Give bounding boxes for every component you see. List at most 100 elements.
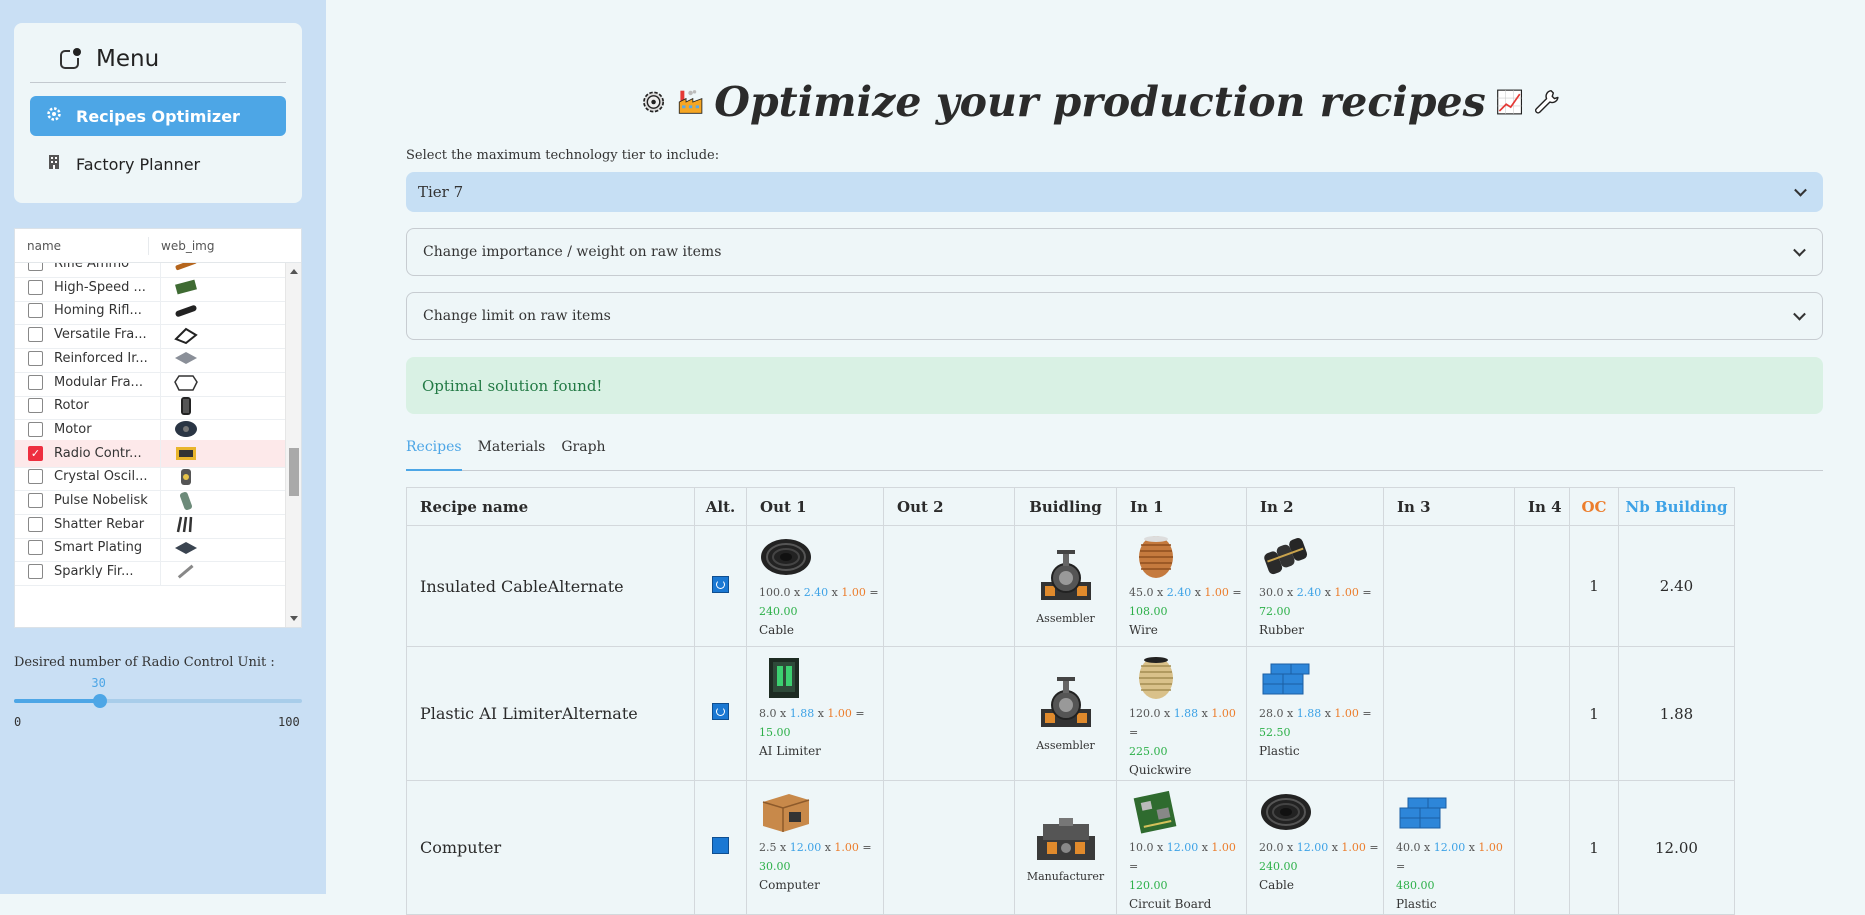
item-rate: 12.00 bbox=[1296, 841, 1329, 854]
row-checkbox[interactable] bbox=[28, 493, 43, 508]
table-row: Insulated CableAlternate 100.0 x 2.40 x 1… bbox=[406, 525, 1735, 647]
in4-cell bbox=[1514, 525, 1570, 647]
row-checkbox[interactable] bbox=[28, 327, 43, 343]
out1-cell: 2.5 x 12.00 x 1.00 = 30.00 Computer bbox=[746, 780, 884, 915]
in2-cell: 28.0 x 1.88 x 1.00 = 52.50 Plastic bbox=[1246, 646, 1384, 781]
nav-factory-planner[interactable]: Factory Planner bbox=[30, 144, 286, 184]
header-in3: In 3 bbox=[1383, 487, 1515, 526]
standard-recipe-icon[interactable] bbox=[712, 837, 729, 854]
in2-cell: 30.0 x 2.40 x 1.00 = 72.00 Rubber bbox=[1246, 525, 1384, 647]
scroll-thumb[interactable] bbox=[289, 448, 299, 496]
recipes-table: Recipe name Alt. Out 1 Out 2 Buidling In… bbox=[406, 487, 1735, 915]
nb-building-cell: 1.88 bbox=[1618, 646, 1735, 781]
header-building: Buidling bbox=[1014, 487, 1117, 526]
item-name: Rubber bbox=[1259, 623, 1304, 637]
item-cell-content: 100.0 x 2.40 x 1.00 = 240.00 Cable bbox=[747, 526, 883, 640]
item-thumbnail-icon bbox=[177, 564, 194, 579]
item-overclock: 1.00 bbox=[1204, 586, 1229, 599]
row-checkbox[interactable] bbox=[28, 374, 43, 390]
item-quantity: 28.0 x bbox=[1259, 707, 1297, 720]
item-rate: 12.00 bbox=[1166, 841, 1199, 854]
row-checkbox[interactable] bbox=[28, 540, 43, 556]
item-cell-content: 30.0 x 2.40 x 1.00 = 72.00 Rubber bbox=[1247, 526, 1383, 640]
item-rate: 1.88 bbox=[1296, 707, 1322, 720]
quantity-slider-track[interactable] bbox=[14, 699, 302, 703]
dataframe-scrollbar[interactable] bbox=[285, 263, 301, 627]
in1-cell: 45.0 x 2.40 x 1.00 = 108.00 Wire bbox=[1116, 525, 1247, 647]
quickwire-icon bbox=[1129, 656, 1183, 700]
limit-expander[interactable]: Change limit on raw items bbox=[406, 292, 1823, 340]
multiply-sign: x bbox=[828, 586, 842, 599]
chart-increasing-icon bbox=[1496, 89, 1522, 115]
item-thumbnail-icon bbox=[180, 491, 192, 510]
recipe-name: Plastic AI LimiterAlternate bbox=[420, 704, 638, 723]
row-checkbox[interactable] bbox=[28, 279, 43, 295]
item-thumbnail-icon bbox=[175, 305, 197, 317]
weight-expander[interactable]: Change importance / weight on raw items bbox=[406, 228, 1823, 276]
row-checkbox[interactable]: ✓ bbox=[28, 445, 43, 461]
cable-icon bbox=[759, 535, 813, 579]
row-checkbox[interactable] bbox=[28, 469, 43, 485]
row-checkbox[interactable] bbox=[28, 421, 43, 437]
item-overclock: 1.00 bbox=[1478, 841, 1503, 854]
item-cell-content: 2.5 x 12.00 x 1.00 = 30.00 Computer bbox=[747, 781, 883, 895]
nb-building-value: 12.00 bbox=[1655, 838, 1698, 857]
page-title: Optimize your production recipes bbox=[640, 72, 1560, 132]
item-name: Plastic bbox=[1396, 897, 1437, 911]
equals-sign: = bbox=[1396, 860, 1406, 873]
scroll-down-arrow-icon[interactable] bbox=[290, 616, 298, 621]
tab-recipes[interactable]: Recipes bbox=[406, 436, 462, 471]
scroll-up-arrow-icon[interactable] bbox=[290, 269, 298, 274]
items-dataframe[interactable]: name web_img Rifle Ammo High-Speed ... Hom… bbox=[14, 228, 302, 628]
oc-value: 1 bbox=[1589, 838, 1599, 857]
row-checkbox[interactable] bbox=[28, 516, 43, 532]
recipe-name: Insulated CableAlternate bbox=[420, 576, 624, 596]
item-thumbnail-icon bbox=[181, 468, 191, 485]
column-header-name[interactable]: name bbox=[15, 236, 149, 255]
slider-value: 30 bbox=[91, 676, 106, 690]
oc-value: 1 bbox=[1589, 577, 1599, 595]
item-overclock: 1.00 bbox=[1334, 707, 1359, 720]
row-checkbox[interactable] bbox=[28, 398, 43, 414]
building-cell: Assembler bbox=[1014, 525, 1117, 647]
table-row: Computer 2.5 x 12.00 x 1.00 = 30.00 Compute… bbox=[406, 780, 1735, 915]
multiply-sign: x bbox=[1321, 707, 1335, 720]
item-thumbnail-icon bbox=[175, 541, 197, 554]
building-name: Assembler bbox=[1036, 611, 1095, 625]
table-header-row: Recipe name Alt. Out 1 Out 2 Buidling In… bbox=[406, 487, 1735, 526]
menu-header: Menu bbox=[30, 35, 286, 83]
oc-cell: 1 bbox=[1569, 780, 1619, 915]
alternate-recipe-icon[interactable] bbox=[712, 575, 729, 593]
alternate-recipe-icon[interactable] bbox=[712, 703, 729, 720]
item-overclock: 1.00 bbox=[1211, 841, 1236, 854]
chevron-down-icon bbox=[1794, 183, 1807, 197]
nav-label: Factory Planner bbox=[76, 154, 201, 174]
nav-recipes-optimizer[interactable]: Recipes Optimizer bbox=[30, 96, 286, 136]
row-checkbox[interactable] bbox=[28, 350, 43, 366]
slider-thumb[interactable] bbox=[93, 694, 108, 708]
item-total: 30.00 bbox=[759, 860, 791, 873]
item-name: Reinforced Ir... bbox=[54, 350, 148, 366]
oc-cell: 1 bbox=[1569, 525, 1619, 647]
multiply-sign: x bbox=[1191, 586, 1205, 599]
item-thumbnail-icon bbox=[176, 516, 193, 533]
row-checkbox[interactable] bbox=[28, 303, 43, 319]
column-header-web-img[interactable]: web_img bbox=[149, 239, 214, 253]
item-thumbnail-icon bbox=[174, 327, 198, 344]
item-total: 108.00 bbox=[1129, 605, 1168, 618]
item-quantity: 20.0 x bbox=[1259, 841, 1297, 854]
circuit-board-icon bbox=[1129, 790, 1183, 834]
item-cell-content: 20.0 x 12.00 x 1.00 = 240.00 Cable bbox=[1247, 781, 1383, 895]
list-item[interactable]: Sparkly Fir... bbox=[15, 557, 285, 587]
tier-select[interactable]: Tier 7 bbox=[406, 172, 1823, 212]
item-name: Sparkly Fir... bbox=[54, 564, 134, 580]
row-checkbox[interactable] bbox=[28, 564, 43, 580]
item-total: 72.00 bbox=[1259, 605, 1291, 618]
item-quantity: 2.5 x bbox=[759, 841, 790, 854]
expander-label: Change limit on raw items bbox=[423, 308, 611, 324]
multiply-sign: x bbox=[1321, 586, 1335, 599]
out2-cell bbox=[883, 646, 1015, 781]
tab-graph[interactable]: Graph bbox=[561, 436, 605, 471]
tab-materials[interactable]: Materials bbox=[478, 436, 546, 471]
equals-sign: = bbox=[1129, 726, 1139, 739]
